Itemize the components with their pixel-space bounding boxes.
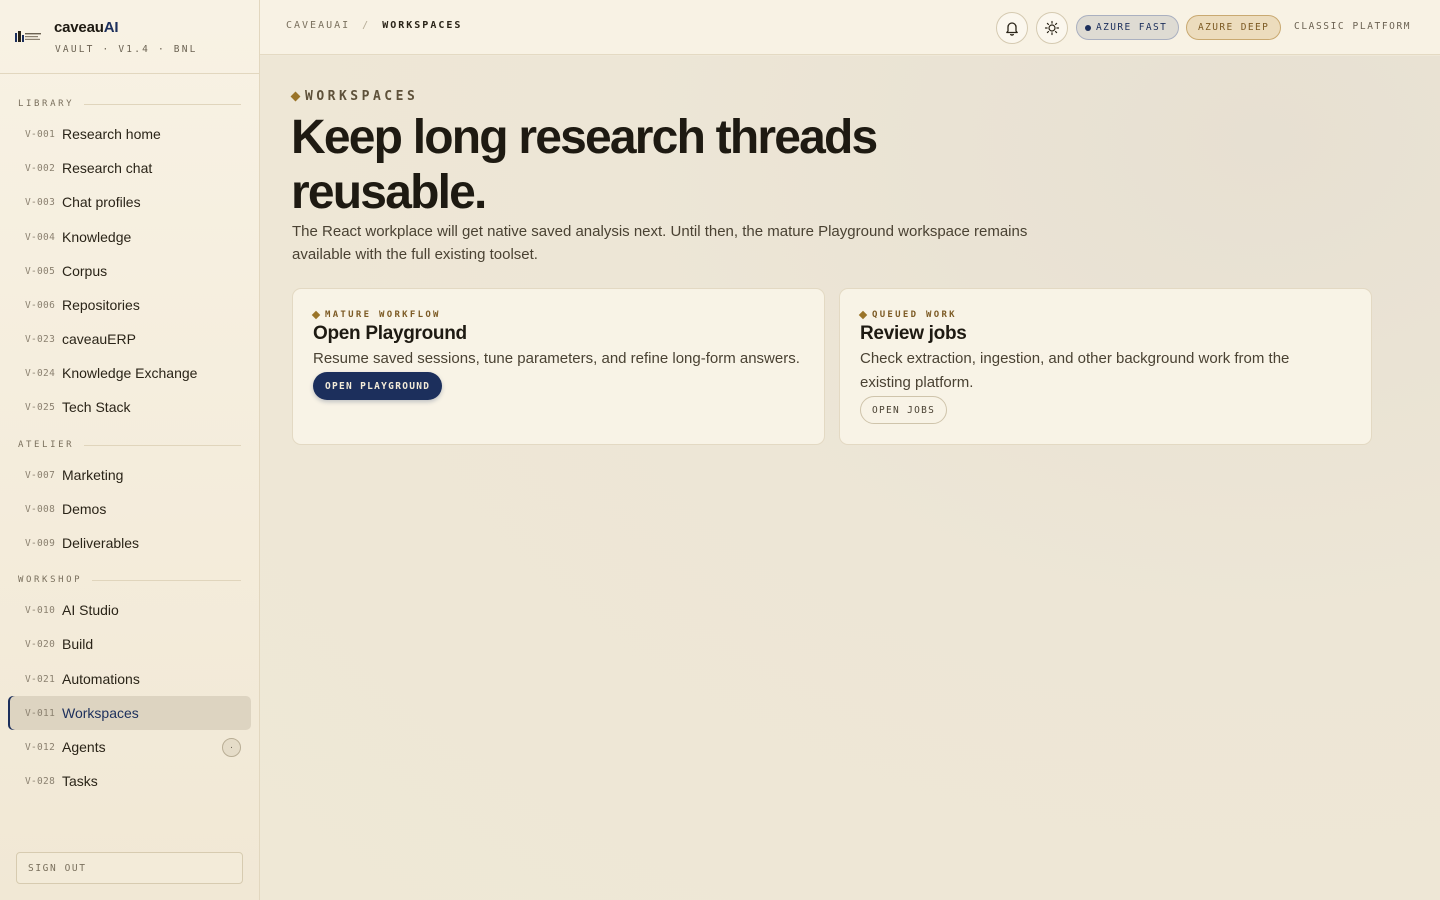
diamond-icon: [311, 310, 321, 320]
sidebar-item-agents[interactable]: V-012 Agents ·: [8, 730, 251, 764]
app-name: caveauAI: [54, 19, 119, 36]
page-description: The React workplace will get native save…: [292, 223, 1028, 263]
sidebar-item-ai-studio[interactable]: V-010 AI Studio: [8, 593, 251, 627]
sidebar-item-workspaces[interactable]: V-011 Workspaces: [8, 696, 251, 730]
sidebar-item-build[interactable]: V-020 Build: [8, 627, 251, 661]
section-workshop: WORKSHOP: [18, 575, 241, 585]
sidebar-item-marketing[interactable]: V-007 Marketing: [8, 458, 251, 492]
diamond-icon: [290, 91, 301, 102]
notifications-button[interactable]: [996, 12, 1028, 44]
section-library: LIBRARY: [18, 99, 241, 109]
sidebar-item-chat-profiles[interactable]: V-003 Chat profiles: [8, 185, 251, 219]
open-jobs-button[interactable]: OPEN JOBS: [860, 396, 948, 424]
classic-platform-link[interactable]: CLASSIC PLATFORM: [1294, 21, 1411, 32]
theme-toggle-button[interactable]: [1036, 12, 1068, 44]
sidebar-item-repositories[interactable]: V-006 Repositories: [8, 288, 251, 322]
jobs-card: QUEUED WORK Review jobs Check extraction…: [839, 288, 1372, 445]
card-kicker: QUEUED WORK: [858, 310, 957, 320]
logo-icon: [15, 31, 41, 42]
breadcrumb-root[interactable]: CAVEAUAI: [286, 20, 350, 31]
section-atelier: ATELIER: [18, 440, 241, 450]
sidebar-item-demos[interactable]: V-008 Demos: [8, 492, 251, 526]
sidebar-item-research-home[interactable]: V-001 Research home: [8, 117, 251, 151]
sidebar-item-automations[interactable]: V-021 Automations: [8, 662, 251, 696]
card-description: Resume saved sessions, tune parameters, …: [313, 350, 800, 367]
sidebar-item-tech-stack[interactable]: V-025 Tech Stack: [8, 390, 251, 424]
brand-header: caveauAI VAULT · V1.4 · BNL: [0, 0, 259, 74]
playground-card: MATURE WORKFLOW Open Playground Resume s…: [292, 288, 825, 445]
sidebar-item-research-chat[interactable]: V-002 Research chat: [8, 151, 251, 185]
active-dot-icon: [1085, 24, 1091, 31]
sidebar-item-caveauerp[interactable]: V-023 caveauERP: [8, 322, 251, 356]
breadcrumb-current: WORKSPACES: [382, 20, 463, 31]
breadcrumb: CAVEAUAI / WORKSPACES: [286, 20, 462, 31]
azure-fast-toggle[interactable]: AZURE FAST: [1076, 15, 1180, 40]
sun-icon: [1044, 20, 1060, 36]
card-title: Open Playground: [313, 323, 467, 344]
sidebar-item-deliverables[interactable]: V-009 Deliverables: [8, 526, 251, 560]
app-version: VAULT · V1.4 · BNL: [55, 44, 198, 55]
sidebar-item-knowledge-exchange[interactable]: V-024 Knowledge Exchange: [8, 356, 251, 390]
sidebar-item-tasks[interactable]: V-028 Tasks: [8, 764, 251, 798]
diamond-icon: [858, 310, 868, 320]
azure-deep-toggle[interactable]: AZURE DEEP: [1186, 15, 1282, 40]
page-title: Keep long research threads reusable.: [291, 111, 878, 219]
main-content: WORKSPACES Keep long research threads re…: [260, 56, 1440, 900]
sign-out-button[interactable]: SIGN OUT: [16, 852, 243, 884]
sidebar: caveauAI VAULT · V1.4 · BNL LIBRARY V-00…: [0, 0, 260, 900]
agents-status-badge: ·: [222, 738, 241, 757]
breadcrumb-separator: /: [362, 20, 371, 31]
open-playground-button[interactable]: OPEN PLAYGROUND: [313, 372, 443, 400]
card-description: Check extraction, ingestion, and other b…: [860, 350, 1290, 391]
page-eyebrow: WORKSPACES: [290, 89, 418, 104]
bell-icon: [1006, 22, 1018, 36]
sidebar-item-corpus[interactable]: V-005 Corpus: [8, 254, 251, 288]
card-title: Review jobs: [860, 323, 967, 344]
card-kicker: MATURE WORKFLOW: [311, 310, 441, 320]
sidebar-item-knowledge[interactable]: V-004 Knowledge: [8, 220, 251, 254]
topbar: CAVEAUAI / WORKSPACES AZURE FAST AZURE D…: [260, 0, 1440, 55]
